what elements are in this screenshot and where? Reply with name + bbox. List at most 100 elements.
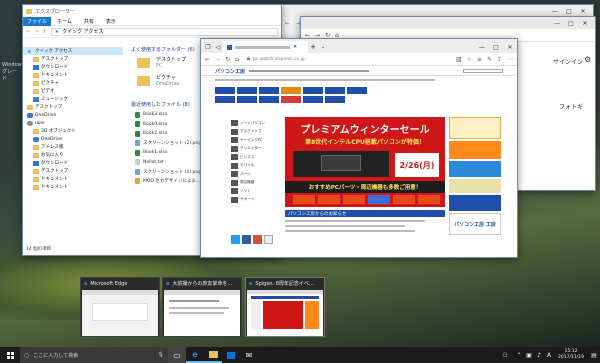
pen-icon[interactable]: ✎ xyxy=(487,56,492,63)
category-button[interactable] xyxy=(325,87,345,94)
category-button[interactable] xyxy=(281,87,301,94)
forward-icon[interactable]: → xyxy=(215,56,220,63)
sale-banner[interactable]: プレミアムウィンターセール 第8世代インテルCPU搭載パソコンが特価！ 2/26… xyxy=(285,117,445,207)
category-link[interactable]: デスクトップ xyxy=(231,128,281,137)
nav-item[interactable]: ドキュメント xyxy=(23,71,123,79)
file-explorer-taskbar-icon[interactable] xyxy=(204,347,222,363)
nav-item[interactable]: OneDrive xyxy=(23,111,123,119)
facebook-icon[interactable] xyxy=(242,235,251,244)
ribbon-tab-share[interactable]: 共有 xyxy=(78,18,100,25)
nav-item[interactable]: ★ クイック アクセス xyxy=(23,47,123,55)
nav-item[interactable]: お気に入り xyxy=(23,151,123,159)
category-button[interactable] xyxy=(347,87,367,94)
ime-indicator[interactable]: A xyxy=(544,347,554,363)
tab-preview-icon[interactable]: ❐ xyxy=(203,41,213,53)
edge-taskbar-icon[interactable]: e xyxy=(186,347,204,363)
nav-item[interactable]: デスクトップ xyxy=(23,103,123,111)
ribbon-tab-view[interactable]: 表示 xyxy=(100,18,122,25)
back-icon[interactable]: ← xyxy=(285,20,290,27)
explorer-address-bar[interactable]: ★ クイック アクセス xyxy=(50,27,278,36)
tab-list-icon[interactable]: ⌄ xyxy=(318,41,328,53)
minimize-icon[interactable]: — xyxy=(550,17,564,29)
category-link[interactable]: サポート xyxy=(231,196,281,205)
chevron-up-icon[interactable]: ⌃ xyxy=(514,347,524,363)
category-button[interactable] xyxy=(259,87,279,94)
taskview-thumbnail[interactable]: e Microsoft Edge xyxy=(80,277,160,337)
store-icon[interactable] xyxy=(222,347,240,363)
nav-item[interactable]: デスクトップ xyxy=(23,167,123,175)
ad-banner[interactable] xyxy=(449,141,501,159)
category-link[interactable]: クリエイター xyxy=(231,145,281,154)
category-button[interactable] xyxy=(237,87,257,94)
back-icon[interactable]: ← xyxy=(26,29,30,35)
category-button[interactable] xyxy=(237,96,257,103)
close-icon[interactable]: ✕ xyxy=(578,17,592,29)
share-icon[interactable]: ⇪ xyxy=(497,56,502,63)
category-link[interactable]: モバイル xyxy=(231,162,281,171)
address-bar[interactable]: 🔒︎ pc.watch.impress.co.jp xyxy=(243,54,451,64)
minimize-icon[interactable]: — xyxy=(475,41,489,53)
back-icon[interactable]: ← xyxy=(205,56,210,63)
new-tab-icon[interactable]: + xyxy=(308,41,318,53)
category-link[interactable]: ソフト xyxy=(231,187,281,196)
nav-item[interactable]: user xyxy=(23,119,123,127)
site-logo[interactable]: パソコン工房 xyxy=(215,68,245,75)
taskview-thumbnail[interactable]: e 大前撮からの庶友掌命を... xyxy=(162,277,242,337)
nav-item[interactable]: ドキュメント xyxy=(23,183,123,191)
category-link[interactable]: 周辺機器 xyxy=(231,179,281,188)
favorite-star-icon[interactable]: ☆ xyxy=(467,56,472,63)
search-box[interactable]: ○ ここに入力して検索 🎙︎ xyxy=(20,347,168,363)
up-icon[interactable]: ↑ xyxy=(42,29,46,35)
nav-item[interactable]: ダウンロード xyxy=(23,159,123,167)
category-button[interactable] xyxy=(215,96,235,103)
forward-icon[interactable]: → xyxy=(34,29,38,35)
category-button[interactable] xyxy=(303,87,323,94)
desktop-icon[interactable]: Windows グレード xyxy=(2,62,24,83)
ad-banner[interactable] xyxy=(449,195,501,211)
category-button[interactable] xyxy=(259,96,279,103)
more-icon[interactable]: ⋯ xyxy=(507,56,513,63)
ribbon-tab-file[interactable]: ファイル xyxy=(23,16,52,26)
nav-item[interactable]: デスクトップ xyxy=(23,55,123,63)
ribbon-tab-home[interactable]: ホーム xyxy=(51,18,78,25)
ad-banner[interactable] xyxy=(449,179,501,193)
tab-close-icon[interactable]: ✕ xyxy=(293,44,297,50)
category-button[interactable] xyxy=(303,96,323,103)
edge-window-front[interactable]: ❐ ◁ ✕ + ⌄ — □ ✕ ← → ↻ ⌂ 🔒︎ pc.watch.impr… xyxy=(200,38,518,258)
microphone-icon[interactable]: 🎙︎ xyxy=(158,352,164,358)
refresh-icon[interactable]: ↻ xyxy=(225,56,230,63)
nav-item[interactable]: ビデオ xyxy=(23,87,123,95)
home-icon[interactable]: ⌂ xyxy=(235,56,239,63)
google-plus-icon[interactable] xyxy=(253,235,262,244)
tab-active[interactable]: ✕ xyxy=(223,41,308,53)
taskview-thumbnail[interactable]: e Spigen. 8周年記念イベ... xyxy=(245,277,325,337)
gear-icon[interactable]: ⚙ xyxy=(584,55,591,64)
category-button[interactable] xyxy=(325,96,345,103)
close-icon[interactable]: ✕ xyxy=(503,41,517,53)
nav-item[interactable]: ダウンロード xyxy=(23,63,123,71)
category-button[interactable] xyxy=(281,96,301,103)
signin-label[interactable]: サインイン xyxy=(553,57,583,66)
ad-banner[interactable] xyxy=(449,161,501,177)
maximize-icon[interactable]: □ xyxy=(564,17,578,29)
notice-bar[interactable]: パソコン工房からのお知らせ xyxy=(285,210,445,217)
twitter-icon[interactable] xyxy=(231,235,240,244)
ad-banner[interactable] xyxy=(449,117,501,139)
mail-icon[interactable]: ✉ xyxy=(240,347,258,363)
favorites-hub-icon[interactable]: ≡ xyxy=(477,56,482,63)
tab-back-icon[interactable]: ◁ xyxy=(213,41,223,53)
notification-icon[interactable]: ▤ xyxy=(588,347,600,363)
network-icon[interactable]: ▣ xyxy=(524,347,534,363)
start-button[interactable] xyxy=(0,347,20,363)
category-link[interactable]: ビジネス xyxy=(231,153,281,162)
task-view-icon[interactable]: ▭ xyxy=(168,347,186,363)
category-link[interactable]: パーツ xyxy=(231,170,281,179)
nav-item[interactable]: アドレス帳 xyxy=(23,143,123,151)
nav-item[interactable]: 3D オブジェクト xyxy=(23,127,123,135)
people-icon[interactable]: ⚇ xyxy=(496,347,514,363)
clock[interactable]: 15:12 2017/11/19 xyxy=(554,349,588,361)
category-button[interactable] xyxy=(215,87,235,94)
nav-item[interactable]: ピクチャ xyxy=(23,79,123,87)
category-link[interactable]: ノートパソコン xyxy=(231,119,281,128)
nav-item[interactable]: ミュージック xyxy=(23,95,123,103)
